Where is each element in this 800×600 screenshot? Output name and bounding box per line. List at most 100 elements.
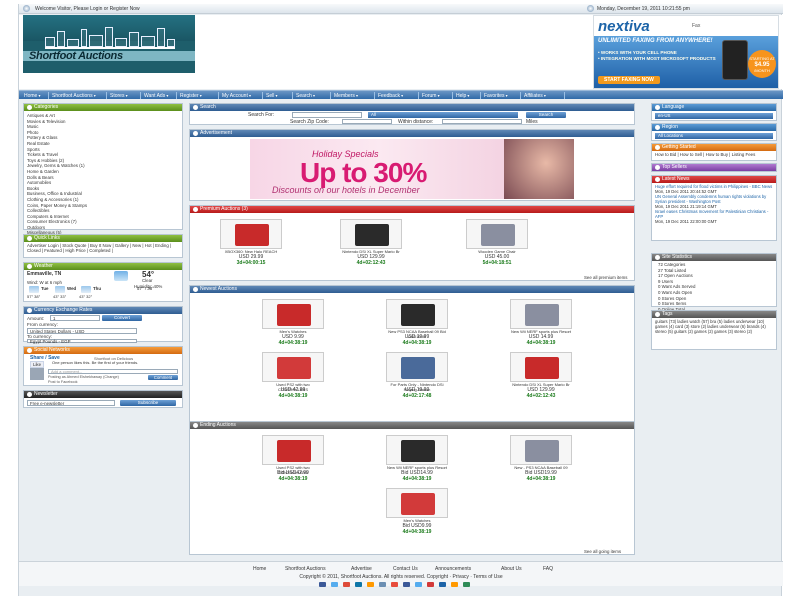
search-panel: Search Search For: All Search Search Zip…	[189, 103, 635, 125]
auction-time-left: 4d+04:38:19	[402, 529, 432, 535]
news-link[interactable]: UN General Assembly condemns human right…	[655, 194, 775, 204]
forecast: Tue 57° 38° Wed 43° 33° Thu 43° 32° 57° / 38°	[27, 286, 181, 301]
social-share-icon[interactable]	[439, 582, 446, 587]
top-sellers-panel: Top Sellers	[651, 163, 777, 172]
footer-link[interactable]: About Us	[501, 566, 522, 572]
see-all-ending-link[interactable]: See all going items	[584, 549, 621, 554]
auction-thumbnail[interactable]	[386, 488, 448, 518]
search-input[interactable]	[292, 112, 362, 118]
language-select[interactable]: en-US	[655, 113, 773, 119]
newsletter-input[interactable]: Free e-newsletter	[27, 400, 115, 406]
copyright: Copyright © 2011, Shortfoot Auctions. Al…	[299, 574, 503, 580]
comment-input[interactable]: Add a comment...	[48, 369, 178, 374]
social-share-icon[interactable]	[403, 582, 410, 587]
forecast-day: Wed	[67, 286, 77, 291]
auction-thumbnail[interactable]	[510, 352, 572, 382]
social-share-icon[interactable]	[415, 582, 422, 587]
product-image	[401, 304, 435, 326]
nav-item-shortfoot-auctions[interactable]: Shortfoot Auctions	[49, 92, 107, 99]
nav-item-search[interactable]: Search	[293, 92, 331, 99]
to-currency-select[interactable]: Egypt Pounds - EGP	[27, 339, 137, 344]
post-to-facebook-checkbox[interactable]: Post to Facebook	[48, 380, 78, 384]
zip-input[interactable]	[342, 119, 392, 124]
footer-link[interactable]: Announcements	[435, 566, 471, 572]
search-category-select[interactable]: All	[368, 112, 518, 118]
auction-thumbnail[interactable]	[262, 352, 324, 382]
nav-item-register[interactable]: Register	[177, 92, 219, 99]
clear-sky-icon	[114, 271, 128, 281]
convert-button[interactable]: Convert	[102, 315, 142, 321]
nav-item-stores[interactable]: Stores	[107, 92, 141, 99]
getting-started-links[interactable]: How to Bid | How to Sell | How to Buy | …	[655, 152, 775, 157]
product-image	[401, 493, 435, 515]
nav-item-want-ads[interactable]: Want Ads	[141, 92, 177, 99]
social-share-icon[interactable]	[343, 582, 350, 587]
nav-item-my-account[interactable]: My Account	[219, 92, 263, 99]
footer-link[interactable]: Advertise	[351, 566, 372, 572]
footer: Home Shortfoot Auctions Advertise Contact U…	[19, 561, 783, 587]
product-image	[277, 304, 311, 326]
weather-panel: Weather Emmaville, TN 54° Clear Wind: W …	[23, 262, 183, 302]
footer-link[interactable]: Contact Us	[393, 566, 418, 572]
auction-thumbnail[interactable]	[386, 352, 448, 382]
auction-thumbnail[interactable]	[262, 299, 324, 329]
product-image	[277, 357, 311, 379]
auction-thumbnail[interactable]	[466, 219, 528, 249]
distance-input[interactable]	[442, 119, 522, 124]
nav-item-help[interactable]: Help	[453, 92, 481, 99]
nav-item-sell[interactable]: Sell	[263, 92, 293, 99]
nav-item-feedback[interactable]: Feedback	[375, 92, 419, 99]
auction-thumbnail[interactable]	[220, 219, 282, 249]
news-link[interactable]: Israel eases Christmas movement for Pale…	[655, 209, 775, 219]
forecast-temps: 43° 33°	[53, 294, 67, 299]
footer-link[interactable]: Shortfoot Auctions	[285, 566, 326, 572]
auction-thumbnail[interactable]	[262, 435, 324, 465]
main-nav: HomeShortfoot AuctionsStoresWant AdsRegi…	[19, 90, 783, 99]
welcome-text[interactable]: Welcome Visitor, Please Login or Registe…	[35, 6, 140, 12]
nextiva-banner-ad[interactable]: nextiva Fax UNLIMITED FAXING FROM ANYWHE…	[593, 15, 779, 89]
auction-time-left: 5d+04:18:51	[482, 260, 512, 266]
social-share-icon[interactable]	[391, 582, 398, 587]
auction-time-left: 4d+04:38:19	[526, 476, 556, 482]
subscribe-button[interactable]: Subscribe	[120, 400, 176, 406]
nav-item-members[interactable]: Members	[331, 92, 375, 99]
auction-thumbnail[interactable]	[340, 219, 402, 249]
quick-links[interactable]: Advertiser Login | Stock Quote | Buy It …	[27, 243, 181, 254]
forecast-icon	[55, 286, 65, 293]
auction-time-left: 4d+04:38:19	[278, 393, 308, 399]
nav-item-favorites[interactable]: Favorites	[481, 92, 521, 99]
like-button[interactable]: Like	[30, 361, 45, 368]
search-button[interactable]: Search	[526, 112, 566, 118]
social-share-icon[interactable]	[331, 582, 338, 587]
social-share-icon[interactable]	[451, 582, 458, 587]
auction-thumbnail[interactable]	[386, 435, 448, 465]
social-share-icon[interactable]	[463, 582, 470, 587]
footer-link[interactable]: Home	[253, 566, 266, 572]
amount-input[interactable]: 1	[50, 315, 100, 321]
social-share-icon[interactable]	[379, 582, 386, 587]
home-icon[interactable]	[23, 5, 30, 12]
currency-panel: Currency Exchange Rates Amount: 1 Conver…	[23, 306, 183, 344]
footer-link[interactable]: FAQ	[543, 566, 553, 572]
nav-item-forum[interactable]: Forum	[419, 92, 453, 99]
social-share-icon[interactable]	[319, 582, 326, 587]
social-share-icon[interactable]	[355, 582, 362, 587]
see-all-premium-link[interactable]: See all premium items	[584, 275, 627, 280]
auction-time-left: 4d+02:17:48	[402, 393, 432, 399]
start-faxing-button[interactable]: START FAXING NOW	[598, 76, 660, 84]
auction-thumbnail[interactable]	[386, 299, 448, 329]
social-share-icon[interactable]	[427, 582, 434, 587]
auction-time-left: 4d+04:38:19	[278, 476, 308, 482]
auction-thumbnail[interactable]	[510, 299, 572, 329]
site-logo[interactable]: Shortfoot Auctions	[23, 15, 195, 73]
social-share-icon[interactable]	[367, 582, 374, 587]
region-select[interactable]: All Locations	[655, 133, 773, 139]
nav-item-home[interactable]: Home	[21, 92, 49, 99]
phone-image	[722, 40, 748, 80]
tag-cloud[interactable]: guitars (73) ladies watch (57) bra (5) l…	[655, 319, 775, 334]
model-photo	[504, 139, 574, 199]
nav-item-affiliates[interactable]: Affiliates	[521, 92, 565, 99]
holiday-specials-ad[interactable]: Holiday Specials Up to 30% Discounts on …	[250, 139, 574, 199]
comment-button[interactable]: Comment	[148, 375, 178, 380]
auction-thumbnail[interactable]	[510, 435, 572, 465]
